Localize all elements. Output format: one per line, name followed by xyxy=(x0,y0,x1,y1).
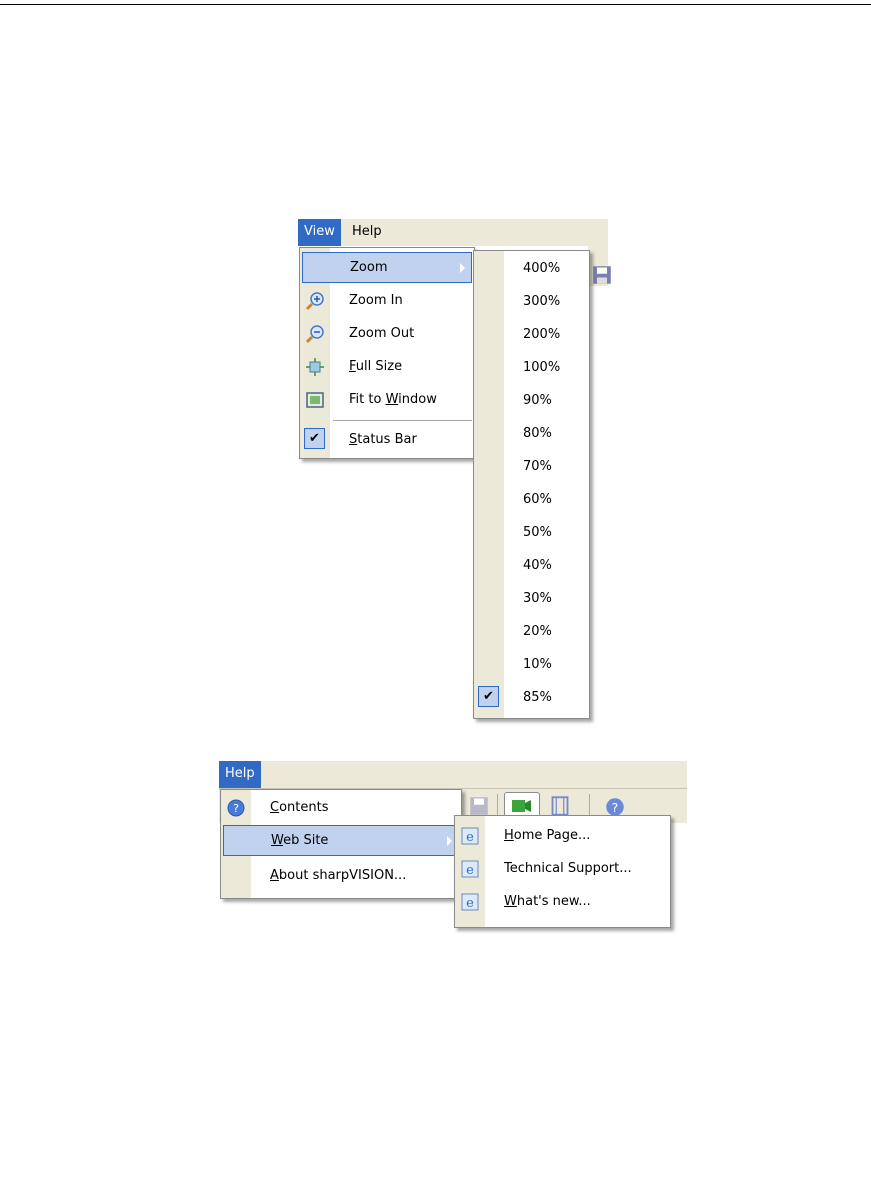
help-dropdown: ? Contents Web Site About sharpVISION... xyxy=(220,789,462,899)
menu-item-whats-new[interactable]: e What's new... xyxy=(457,886,668,917)
svg-text:?: ? xyxy=(612,800,619,815)
view-menu-screenshot: View Help Zoom Zoom In Zoom Out Full Siz… xyxy=(298,219,611,737)
menubar: Help xyxy=(219,761,687,788)
menu-item-web-site[interactable]: Web Site xyxy=(223,825,459,856)
zoom-option[interactable]: 20% xyxy=(476,616,587,647)
svg-text:e: e xyxy=(466,896,474,911)
menu-item-label: Zoom Out xyxy=(349,326,415,341)
zoom-submenu: 400% 300% 200% 100% 90% 80% 70% 60% 50% … xyxy=(473,250,590,719)
menubar: View Help xyxy=(298,219,608,246)
menu-view[interactable]: View xyxy=(298,219,341,246)
menu-item-label: Zoom xyxy=(350,260,388,275)
menu-item-home-page[interactable]: e Home Page... xyxy=(457,820,668,851)
menu-help[interactable]: Help xyxy=(346,219,388,246)
menu-item-label: What's new... xyxy=(504,894,591,909)
menu-item-label: Fit to Window xyxy=(349,392,437,407)
menu-item-label: Web Site xyxy=(271,833,329,848)
zoom-option[interactable]: 30% xyxy=(476,583,587,614)
menu-item-label: Status Bar xyxy=(349,432,417,447)
zoom-in-icon xyxy=(304,290,326,311)
zoom-option-checked[interactable]: ✔ 85% xyxy=(476,682,587,713)
menu-item-full-size[interactable]: Full Size xyxy=(302,351,472,382)
help-icon[interactable]: ? xyxy=(605,797,625,817)
help-menu-screenshot: Help ? ? Contents Web Site About sharpVI… xyxy=(219,761,687,1197)
svg-text:e: e xyxy=(466,863,474,878)
menu-item-zoom-in[interactable]: Zoom In xyxy=(302,285,472,316)
website-submenu: e Home Page... e Technical Support... e … xyxy=(454,815,671,928)
menu-item-zoom-out[interactable]: Zoom Out xyxy=(302,318,472,349)
save-icon[interactable] xyxy=(469,796,489,816)
browser-icon: e xyxy=(459,891,481,912)
browser-icon: e xyxy=(459,825,481,846)
zoom-option[interactable]: 400% xyxy=(476,253,587,284)
zoom-out-icon xyxy=(304,323,326,344)
menu-item-label: About sharpVISION... xyxy=(270,868,407,883)
check-icon: ✔ xyxy=(304,428,325,449)
film-icon[interactable] xyxy=(550,796,570,816)
menu-item-zoom[interactable]: Zoom xyxy=(302,252,472,283)
submenu-arrow-icon xyxy=(460,262,465,273)
zoom-option[interactable]: 60% xyxy=(476,484,587,515)
zoom-option[interactable]: 300% xyxy=(476,286,587,317)
menu-item-label: Technical Support... xyxy=(504,861,632,876)
zoom-option[interactable]: 50% xyxy=(476,517,587,548)
svg-text:?: ? xyxy=(233,802,239,815)
zoom-option[interactable]: 70% xyxy=(476,451,587,482)
menu-help[interactable]: Help xyxy=(219,761,261,788)
menu-item-label: Home Page... xyxy=(504,828,591,843)
menu-item-status-bar[interactable]: ✔ Status Bar xyxy=(302,424,472,455)
check-icon: ✔ xyxy=(478,686,499,707)
video-camera-icon xyxy=(512,800,531,812)
page-top-rule xyxy=(0,4,871,5)
menu-item-contents[interactable]: ? Contents xyxy=(223,792,459,823)
zoom-option[interactable]: 90% xyxy=(476,385,587,416)
menu-item-label: Contents xyxy=(270,800,329,815)
menu-item-label: Zoom In xyxy=(349,293,403,308)
save-icon xyxy=(593,266,611,284)
menu-item-label: Full Size xyxy=(349,359,403,374)
zoom-option[interactable]: 80% xyxy=(476,418,587,449)
help-contents-icon: ? xyxy=(225,797,247,818)
browser-icon: e xyxy=(459,858,481,879)
zoom-option[interactable]: 10% xyxy=(476,649,587,680)
fit-window-icon xyxy=(304,389,326,410)
submenu-arrow-icon xyxy=(447,835,452,846)
zoom-option[interactable]: 200% xyxy=(476,319,587,350)
menu-separator xyxy=(333,420,472,421)
full-size-icon xyxy=(304,356,326,377)
zoom-option[interactable]: 100% xyxy=(476,352,587,383)
menu-item-technical-support[interactable]: e Technical Support... xyxy=(457,853,668,884)
zoom-option[interactable]: 40% xyxy=(476,550,587,581)
view-dropdown: Zoom Zoom In Zoom Out Full Size Fit to W… xyxy=(299,247,475,459)
svg-text:e: e xyxy=(466,830,474,845)
menu-item-about[interactable]: About sharpVISION... xyxy=(223,860,459,891)
menu-item-fit-to-window[interactable]: Fit to Window xyxy=(302,384,472,415)
